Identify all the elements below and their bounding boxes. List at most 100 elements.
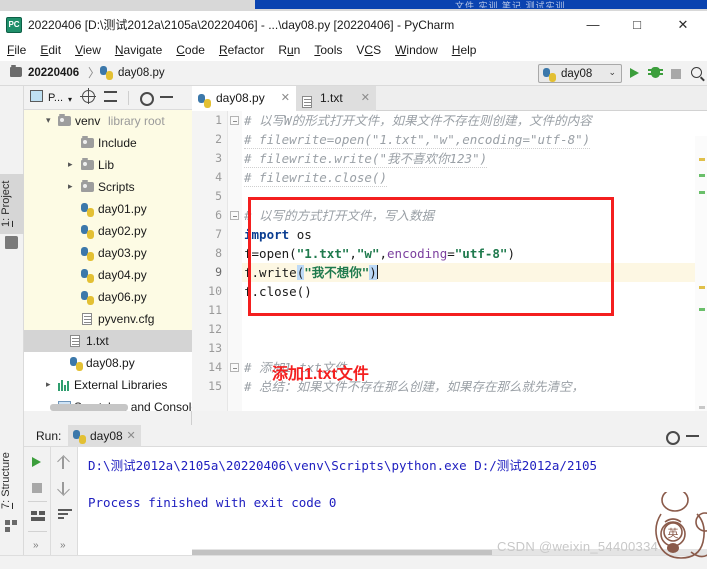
tree-item-lib[interactable]: ▸ Lib <box>24 154 192 176</box>
tree-item-day06[interactable]: day06.py <box>24 286 192 308</box>
stop-button[interactable] <box>666 64 686 83</box>
tree-item-day08[interactable]: day08.py <box>24 352 192 374</box>
run-tab-day08[interactable]: day08 ✕ <box>68 425 141 447</box>
twisty-icon[interactable]: ▸ <box>68 182 77 191</box>
settings-button[interactable] <box>138 90 154 106</box>
fold-marker[interactable] <box>230 363 239 372</box>
target-icon <box>80 88 96 104</box>
run-configuration-selector[interactable]: day08 ⌄ <box>538 64 622 83</box>
line-number: 7 <box>215 227 222 241</box>
hide-panel-button[interactable] <box>160 90 173 106</box>
warning-marker[interactable] <box>699 158 705 161</box>
close-button[interactable]: ✕ <box>663 11 703 39</box>
tree-item-scripts[interactable]: ▸ Scripts <box>24 176 192 198</box>
minimize-button[interactable]: — <box>573 11 613 39</box>
twisty-icon[interactable]: ▸ <box>68 160 77 169</box>
sidebar-tab-project[interactable]: 1: Project <box>0 174 24 234</box>
divider <box>28 531 47 532</box>
select-opened-file-button[interactable] <box>80 88 96 106</box>
sidebar-tab-structure[interactable]: 7: Structure <box>0 446 24 516</box>
token: "utf-8" <box>454 246 508 261</box>
line-number: 3 <box>215 151 222 165</box>
fold-marker[interactable] <box>230 211 239 220</box>
editor-tab-label: day08.py <box>216 91 265 105</box>
tree-item-label: day04.py <box>98 268 147 282</box>
info-marker[interactable] <box>699 174 705 177</box>
fold-marker[interactable] <box>230 116 239 125</box>
tree-item-venv[interactable]: ▾ venv library root <box>24 110 192 132</box>
menu-item-vcs[interactable]: VCS <box>349 39 388 61</box>
chevron-down-icon[interactable]: ▾ <box>68 90 72 106</box>
caret-marker[interactable] <box>699 406 705 409</box>
tree-item-external-libraries[interactable]: ▸ External Libraries <box>24 374 192 396</box>
code-folding-strip[interactable] <box>228 111 242 411</box>
bug-icon <box>648 67 663 78</box>
menu-item-window[interactable]: Window <box>388 39 445 61</box>
tree-item-include[interactable]: Include <box>24 132 192 154</box>
menu-item-view[interactable]: View <box>68 39 108 61</box>
view-selector[interactable]: P... <box>48 90 63 106</box>
code-line-9: f.write("我不想你") <box>244 263 378 282</box>
collapse-all-button[interactable] <box>104 90 117 106</box>
tree-item-day04[interactable]: day04.py <box>24 264 192 286</box>
token: = <box>447 246 455 261</box>
editor-marker-strip[interactable] <box>695 136 707 411</box>
editor-tab-bar: day08.py ✕ 1.txt ✕ <box>192 86 707 111</box>
line-number: 8 <box>215 246 222 260</box>
close-icon[interactable]: ✕ <box>361 86 370 111</box>
menu-item-code[interactable]: Code <box>169 39 212 61</box>
tree-item-day03[interactable]: day03.py <box>24 242 192 264</box>
tree-item-label: day01.py <box>98 202 147 216</box>
run-configuration-label: day08 <box>561 68 593 80</box>
folder-icon <box>81 136 94 148</box>
python-icon <box>543 68 557 85</box>
close-icon[interactable]: ✕ <box>126 425 135 447</box>
project-tree[interactable]: ▾ venv library root Include ▸ Lib ▸ Scri… <box>24 110 192 411</box>
stop-run-button[interactable] <box>28 478 47 497</box>
close-icon[interactable]: ✕ <box>281 86 290 111</box>
tree-item-pyvenv-cfg[interactable]: pyvenv.cfg <box>24 308 192 330</box>
soft-wrap-button[interactable] <box>55 505 74 524</box>
menu-item-tools[interactable]: Tools <box>307 39 349 61</box>
menu-item-run[interactable]: Run <box>271 39 307 61</box>
run-hide-button[interactable] <box>686 429 699 445</box>
info-marker[interactable] <box>699 308 705 311</box>
rerun-button[interactable] <box>28 453 47 472</box>
prev-occurrence-button[interactable] <box>55 453 74 472</box>
layout-button[interactable] <box>28 507 47 526</box>
tree-item-suffix: library root <box>108 114 165 128</box>
editor-tab-1txt[interactable]: 1.txt ✕ <box>296 86 376 111</box>
twisty-icon[interactable]: ▸ <box>46 380 55 389</box>
editor-tab-day08[interactable]: day08.py ✕ <box>192 86 296 111</box>
minus-icon <box>686 429 699 442</box>
more-options-left-button[interactable]: » <box>28 537 47 556</box>
tree-horizontal-scrollbar[interactable] <box>50 404 128 411</box>
menu-item-file[interactable]: File <box>0 39 33 61</box>
collapse-all-icon <box>104 90 117 103</box>
menu-item-refactor[interactable]: Refactor <box>212 39 271 61</box>
run-button[interactable] <box>625 64 645 83</box>
search-everywhere-button[interactable] <box>687 64 707 83</box>
code-editor[interactable]: 1 2 3 4 5 6 7 8 9 10 11 12 13 14 15 # 以写… <box>192 111 707 411</box>
debug-button[interactable] <box>646 64 666 83</box>
tree-item-day02[interactable]: day02.py <box>24 220 192 242</box>
next-occurrence-button[interactable] <box>55 478 74 497</box>
tree-item-day01[interactable]: day01.py <box>24 198 192 220</box>
text-file-icon <box>82 313 92 325</box>
breadcrumb-item-file[interactable]: day08.py <box>118 65 165 82</box>
menu-item-navigate[interactable]: Navigate <box>108 39 169 61</box>
breadcrumb-item-project[interactable]: 20220406 <box>28 65 79 82</box>
run-settings-button[interactable] <box>664 429 680 445</box>
python-file-icon <box>100 66 114 80</box>
more-options-right-button[interactable]: » <box>55 537 74 556</box>
menu-item-edit[interactable]: Edit <box>33 39 68 61</box>
line-number: 11 <box>208 303 222 317</box>
warning-marker[interactable] <box>699 286 705 289</box>
maximize-button[interactable]: □ <box>617 11 657 39</box>
twisty-icon[interactable]: ▾ <box>46 116 55 125</box>
matching-paren: ) <box>369 265 377 280</box>
info-marker[interactable] <box>699 191 705 194</box>
project-folder-icon <box>5 236 18 249</box>
menu-item-help[interactable]: Help <box>445 39 484 61</box>
tree-item-1txt[interactable]: 1.txt <box>24 330 192 352</box>
